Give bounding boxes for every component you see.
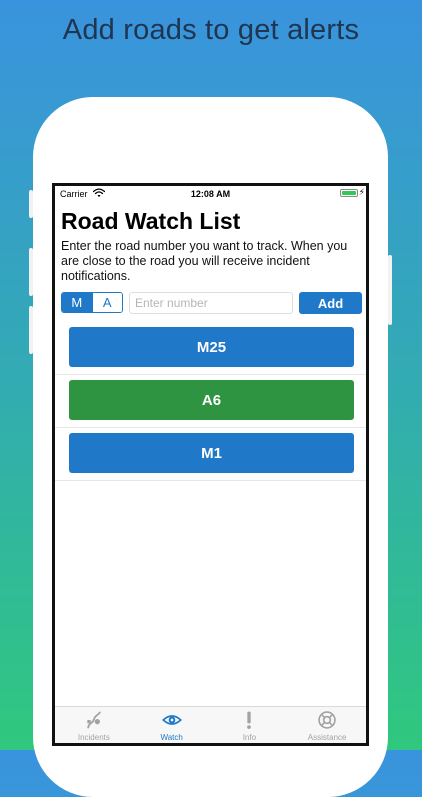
road-item-a6[interactable]: A6 — [69, 380, 354, 420]
phone-volume-up — [29, 248, 33, 296]
charging-icon: ⚡ — [358, 187, 365, 197]
tab-assistance[interactable]: Assistance — [288, 707, 366, 743]
list-item: M1 — [55, 428, 366, 481]
road-item-m25[interactable]: M25 — [69, 327, 354, 367]
road-type-a[interactable]: A — [91, 293, 122, 312]
tab-info[interactable]: Info — [211, 707, 289, 743]
promo-headline: Add roads to get alerts — [62, 14, 360, 46]
tab-label-assistance: Assistance — [307, 733, 347, 742]
phone-volume-down — [29, 306, 33, 354]
exclamation-icon — [247, 711, 252, 729]
lifebuoy-icon — [318, 711, 336, 729]
list-item: M25 — [55, 322, 366, 375]
tab-incidents[interactable]: Incidents — [55, 707, 133, 743]
app-screen: Carrier 12:08 AM ⚡ Road Watch List Enter… — [52, 183, 369, 746]
phone-power-button — [388, 255, 392, 325]
road-item-m1[interactable]: M1 — [69, 433, 354, 473]
add-road-button[interactable]: Add — [299, 292, 362, 314]
phone-side-button — [29, 190, 33, 218]
tab-label-info: Info — [242, 733, 257, 742]
list-item: A6 — [55, 375, 366, 428]
road-watch-list: M25 A6 M1 — [55, 322, 366, 481]
tab-label-incidents: Incidents — [77, 733, 110, 742]
status-bar: Carrier 12:08 AM ⚡ — [55, 186, 366, 202]
tab-watch[interactable]: Watch — [133, 707, 211, 743]
road-type-m[interactable]: M — [62, 293, 92, 312]
tab-bar: Incidents Watch Info Assistance — [55, 706, 366, 743]
road-type-selector: M A — [61, 292, 123, 313]
eye-icon — [161, 715, 182, 725]
status-time: 12:08 AM — [190, 189, 231, 199]
battery-icon — [340, 189, 358, 197]
page-description: Enter the road number you want to track.… — [61, 239, 348, 283]
road-number-input[interactable] — [129, 292, 293, 314]
page-title: Road Watch List — [61, 208, 241, 234]
incidents-icon — [87, 711, 101, 729]
tab-label-watch: Watch — [160, 733, 183, 742]
